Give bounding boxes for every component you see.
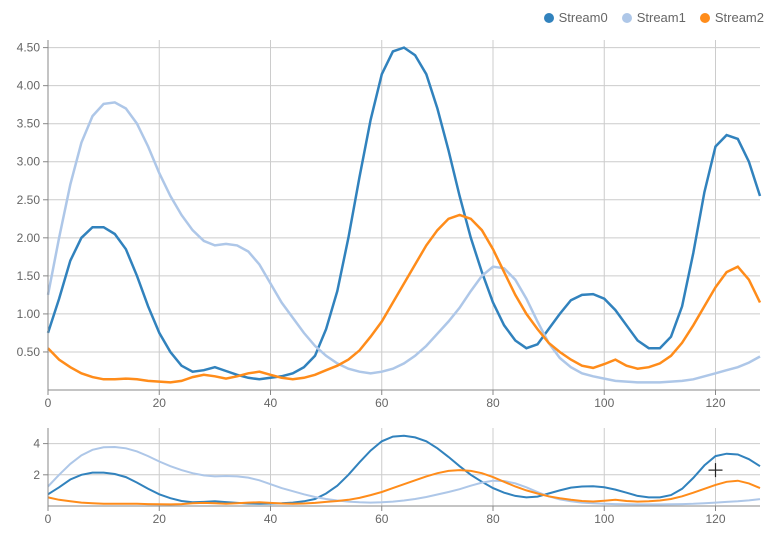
svg-text:3.50: 3.50 <box>17 117 41 131</box>
svg-text:0: 0 <box>45 512 52 526</box>
svg-text:60: 60 <box>375 512 389 526</box>
svg-text:3.00: 3.00 <box>17 155 41 169</box>
legend-dot-icon <box>700 13 710 23</box>
main-chart[interactable]: 0 20 40 60 80 100 120 0.50 1.00 1.50 2.00 2.50 3.00 3… <box>0 32 780 422</box>
svg-text:60: 60 <box>375 396 389 410</box>
svg-text:4.50: 4.50 <box>17 41 41 55</box>
svg-text:0.50: 0.50 <box>17 345 41 359</box>
svg-text:40: 40 <box>264 512 278 526</box>
series-stream2 <box>48 215 760 382</box>
svg-text:20: 20 <box>153 512 167 526</box>
svg-text:4.00: 4.00 <box>17 79 41 93</box>
svg-text:80: 80 <box>486 396 500 410</box>
svg-text:40: 40 <box>264 396 278 410</box>
svg-text:1.50: 1.50 <box>17 269 41 283</box>
svg-text:20: 20 <box>153 396 167 410</box>
svg-text:1.00: 1.00 <box>17 307 41 321</box>
svg-text:80: 80 <box>486 512 500 526</box>
svg-text:120: 120 <box>705 512 725 526</box>
series-stream1 <box>48 447 760 504</box>
legend-item-stream0[interactable]: Stream0 <box>544 10 608 25</box>
svg-text:0: 0 <box>45 396 52 410</box>
legend-dot-icon <box>622 13 632 23</box>
legend-dot-icon <box>544 13 554 23</box>
svg-text:100: 100 <box>594 512 614 526</box>
legend-label: Stream1 <box>637 10 686 25</box>
series-stream0 <box>48 436 760 504</box>
svg-text:2: 2 <box>33 468 40 482</box>
series-stream0 <box>48 48 760 380</box>
svg-text:2.00: 2.00 <box>17 231 41 245</box>
legend-label: Stream0 <box>559 10 608 25</box>
series-stream1 <box>48 102 760 382</box>
legend-item-stream1[interactable]: Stream1 <box>622 10 686 25</box>
svg-text:4: 4 <box>33 437 40 451</box>
svg-text:100: 100 <box>594 396 614 410</box>
overview-chart[interactable]: 0 20 40 60 80 100 120 2 4 <box>0 424 780 534</box>
legend-item-stream2[interactable]: Stream2 <box>700 10 764 25</box>
svg-text:2.50: 2.50 <box>17 193 41 207</box>
svg-text:120: 120 <box>705 396 725 410</box>
legend-label: Stream2 <box>715 10 764 25</box>
chart-legend: Stream0 Stream1 Stream2 <box>544 10 764 25</box>
